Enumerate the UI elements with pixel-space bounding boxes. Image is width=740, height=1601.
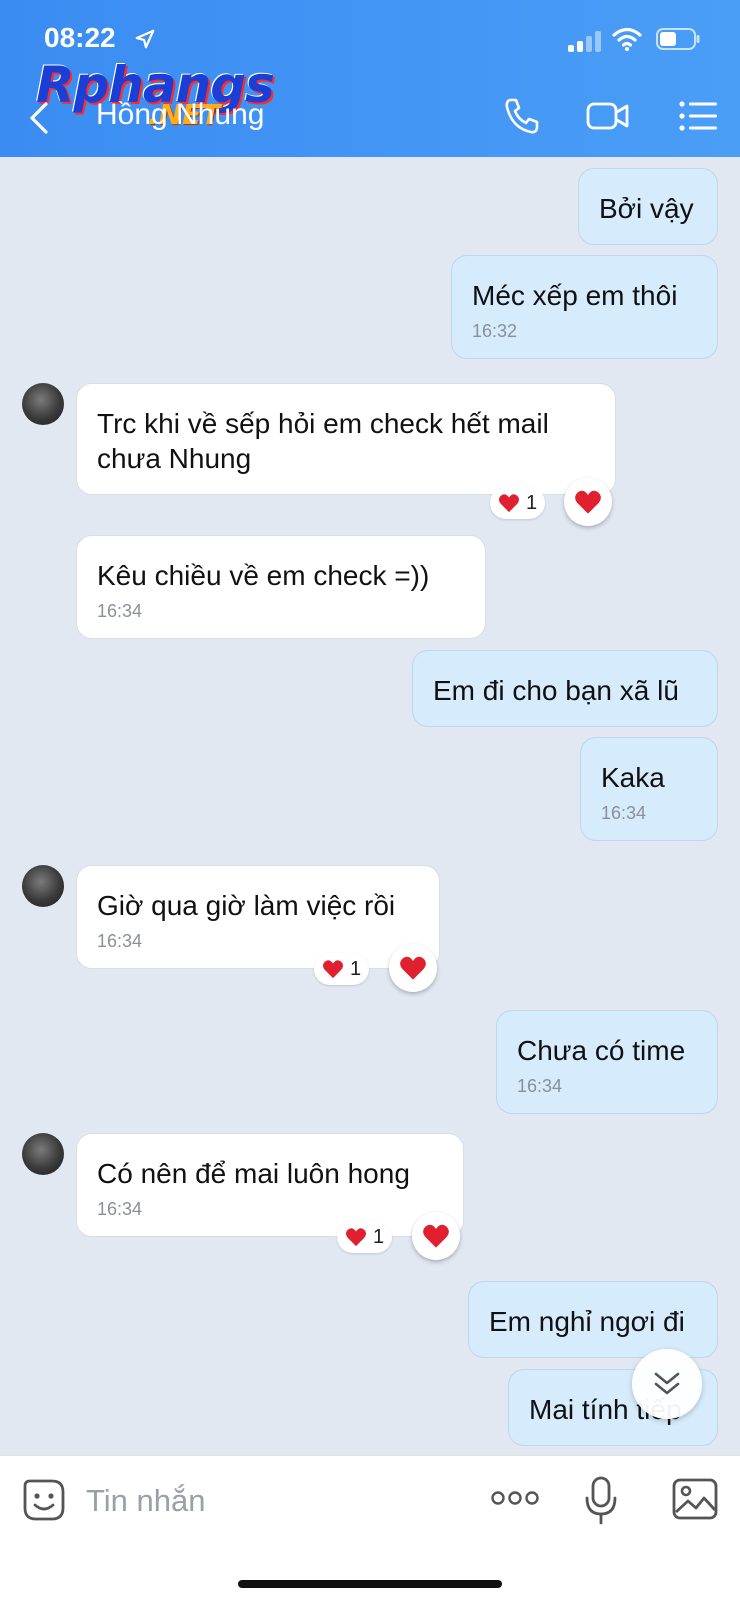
sticker-emoji-icon[interactable] xyxy=(22,1478,66,1522)
react-heart-button[interactable] xyxy=(564,478,612,526)
menu-list-icon[interactable] xyxy=(678,96,722,136)
message-time: 16:34 xyxy=(97,931,143,951)
message-time: 16:32 xyxy=(472,321,518,341)
message-text: Bởi vậy xyxy=(599,193,694,224)
home-indicator xyxy=(238,1580,502,1588)
chat-header: 08:22 Rphangs .NET Hồng Nhung xyxy=(0,0,740,157)
message-bubble-incoming[interactable]: Trc khi về sếp hỏi em check hết mail chư… xyxy=(76,383,616,495)
image-gallery-icon[interactable] xyxy=(672,1478,718,1520)
message-text: Chưa có time xyxy=(517,1035,686,1066)
message-text: Có nên để mai luôn hong xyxy=(97,1158,410,1189)
reaction-count: 1 xyxy=(373,1225,385,1248)
wifi-icon xyxy=(612,27,642,51)
cellular-signal-icon xyxy=(568,30,604,52)
message-time: 16:34 xyxy=(517,1076,563,1096)
react-heart-button[interactable] xyxy=(389,944,437,992)
message-bubble-outgoing[interactable]: Chưa có time 16:34 xyxy=(496,1010,718,1114)
message-time: 16:34 xyxy=(97,601,143,621)
heart-icon xyxy=(499,494,519,513)
scroll-to-bottom-button[interactable] xyxy=(632,1349,702,1419)
message-text: Giờ qua giờ làm việc rồi xyxy=(97,890,396,921)
message-input[interactable] xyxy=(84,1476,458,1526)
more-options-icon[interactable] xyxy=(490,1486,540,1510)
message-bubble-outgoing[interactable]: Kaka 16:34 xyxy=(580,737,718,841)
location-arrow-icon xyxy=(135,29,155,49)
reaction-summary[interactable]: 1 xyxy=(337,1221,393,1253)
contact-avatar[interactable] xyxy=(22,383,64,425)
microphone-icon[interactable] xyxy=(584,1476,618,1526)
status-time: 08:22 xyxy=(44,22,116,53)
message-text: Méc xếp em thôi xyxy=(472,280,678,311)
message-bubble-outgoing[interactable]: Em đi cho bạn xã lũ xyxy=(412,650,718,727)
message-list[interactable]: Bởi vậy Méc xếp em thôi 16:32 Trc khi về… xyxy=(0,157,740,1455)
message-bubble-outgoing[interactable]: Em nghỉ ngơi đi xyxy=(468,1281,718,1358)
heart-icon xyxy=(346,1228,366,1247)
reaction-summary[interactable]: 1 xyxy=(314,953,370,985)
reaction-count: 1 xyxy=(526,491,538,514)
contact-avatar[interactable] xyxy=(22,1133,64,1175)
message-time: 16:34 xyxy=(601,803,647,823)
reaction-summary[interactable]: 1 xyxy=(490,487,546,519)
message-bubble-outgoing[interactable]: Bởi vậy xyxy=(578,168,718,245)
message-time: 16:34 xyxy=(97,1199,143,1219)
heart-icon xyxy=(323,960,343,979)
message-bubble-incoming[interactable]: Có nên để mai luôn hong 16:34 xyxy=(76,1133,464,1237)
message-text: Kêu chiều về em check =)) xyxy=(97,560,430,591)
message-bubble-outgoing[interactable]: Méc xếp em thôi 16:32 xyxy=(451,255,718,359)
message-text: Em nghỉ ngơi đi xyxy=(489,1306,685,1337)
video-call-icon[interactable] xyxy=(586,96,630,136)
message-text: Em đi cho bạn xã lũ xyxy=(433,675,679,706)
message-bubble-incoming[interactable]: Giờ qua giờ làm việc rồi 16:34 xyxy=(76,865,440,969)
heart-icon xyxy=(400,956,426,980)
message-text: Trc khi về sếp hỏi em check hết mail chư… xyxy=(97,408,549,474)
message-bubble-incoming[interactable]: Kêu chiều về em check =)) 16:34 xyxy=(76,535,486,639)
conversation-title[interactable]: Hồng Nhung xyxy=(96,98,264,132)
back-button[interactable] xyxy=(22,98,56,138)
message-text: Kaka xyxy=(601,762,665,793)
contact-avatar[interactable] xyxy=(22,865,64,907)
battery-icon xyxy=(656,28,700,50)
double-chevron-down-icon xyxy=(654,1372,680,1395)
phone-icon[interactable] xyxy=(500,96,544,136)
react-heart-button[interactable] xyxy=(412,1212,460,1260)
heart-icon xyxy=(575,490,601,514)
heart-icon xyxy=(423,1224,449,1248)
reaction-count: 1 xyxy=(350,957,362,980)
